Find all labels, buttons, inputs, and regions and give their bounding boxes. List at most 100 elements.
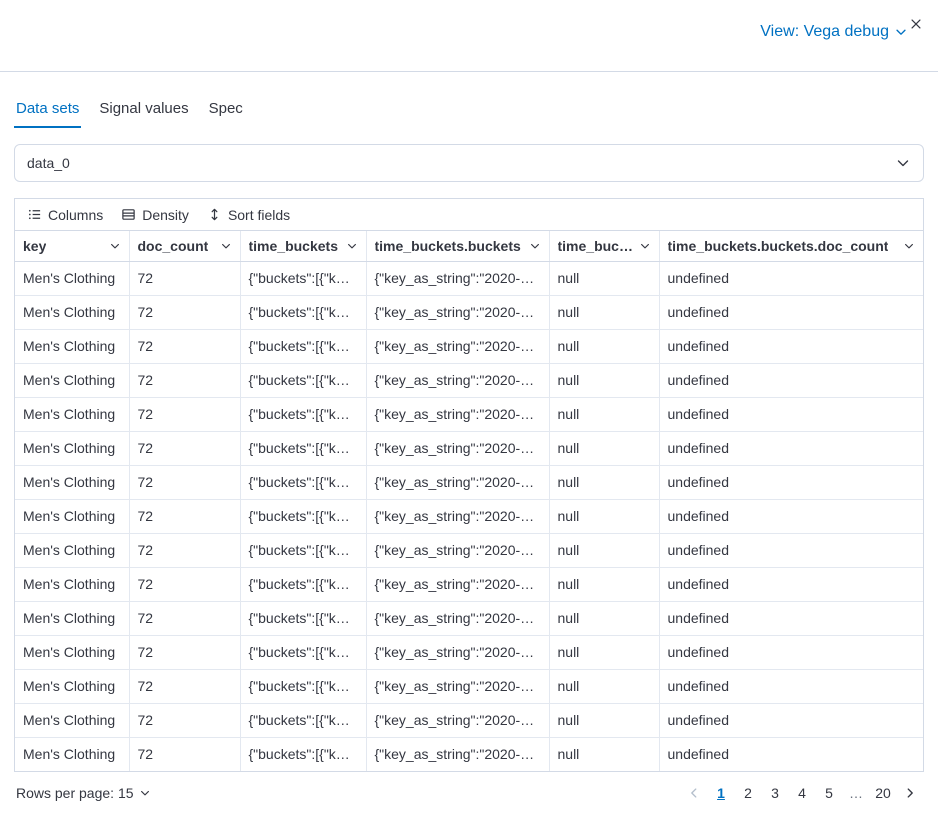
- table-cell[interactable]: 72: [129, 703, 240, 737]
- table-cell[interactable]: undefined: [659, 703, 923, 737]
- table-cell[interactable]: {"key_as_string":"2020-…: [366, 669, 549, 703]
- table-cell[interactable]: {"key_as_string":"2020-…: [366, 499, 549, 533]
- tab-signal-values[interactable]: Signal values: [97, 100, 190, 128]
- table-cell[interactable]: {"key_as_string":"2020-…: [366, 533, 549, 567]
- table-cell[interactable]: {"key_as_string":"2020-…: [366, 567, 549, 601]
- table-cell[interactable]: {"buckets":[{"k…: [240, 635, 366, 669]
- table-cell[interactable]: Men's Clothing: [15, 431, 129, 465]
- table-cell[interactable]: 72: [129, 567, 240, 601]
- table-cell[interactable]: Men's Clothing: [15, 737, 129, 771]
- chevron-down-icon[interactable]: [903, 240, 915, 252]
- table-cell[interactable]: {"buckets":[{"k…: [240, 737, 366, 771]
- table-cell[interactable]: 72: [129, 737, 240, 771]
- table-cell[interactable]: Men's Clothing: [15, 363, 129, 397]
- table-cell[interactable]: {"buckets":[{"k…: [240, 669, 366, 703]
- chevron-down-icon[interactable]: [220, 240, 232, 252]
- table-cell[interactable]: undefined: [659, 431, 923, 465]
- column-header-time-buckets-truncated[interactable]: time_buck…: [549, 231, 659, 261]
- page-button-4[interactable]: 4: [790, 781, 814, 805]
- view-selector[interactable]: View: Vega debug: [760, 23, 908, 41]
- column-header-key[interactable]: key: [15, 231, 129, 261]
- table-cell[interactable]: 72: [129, 499, 240, 533]
- table-cell[interactable]: {"key_as_string":"2020-…: [366, 431, 549, 465]
- table-cell[interactable]: {"key_as_string":"2020-…: [366, 635, 549, 669]
- tab-spec[interactable]: Spec: [207, 100, 245, 128]
- table-cell[interactable]: undefined: [659, 329, 923, 363]
- density-button[interactable]: Density: [121, 207, 189, 223]
- table-cell[interactable]: {"buckets":[{"k…: [240, 465, 366, 499]
- table-cell[interactable]: null: [549, 533, 659, 567]
- table-cell[interactable]: null: [549, 363, 659, 397]
- page-button-2[interactable]: 2: [736, 781, 760, 805]
- table-cell[interactable]: undefined: [659, 737, 923, 771]
- table-cell[interactable]: 72: [129, 397, 240, 431]
- table-cell[interactable]: {"buckets":[{"k…: [240, 431, 366, 465]
- chevron-down-icon[interactable]: [346, 240, 358, 252]
- page-button-3[interactable]: 3: [763, 781, 787, 805]
- table-cell[interactable]: undefined: [659, 567, 923, 601]
- table-cell[interactable]: {"key_as_string":"2020-…: [366, 397, 549, 431]
- chevron-down-icon[interactable]: [639, 240, 651, 252]
- table-cell[interactable]: undefined: [659, 465, 923, 499]
- page-button-5[interactable]: 5: [817, 781, 841, 805]
- table-cell[interactable]: {"key_as_string":"2020-…: [366, 363, 549, 397]
- table-cell[interactable]: Men's Clothing: [15, 397, 129, 431]
- table-cell[interactable]: null: [549, 295, 659, 329]
- table-cell[interactable]: null: [549, 465, 659, 499]
- table-cell[interactable]: 72: [129, 601, 240, 635]
- table-cell[interactable]: {"buckets":[{"k…: [240, 329, 366, 363]
- table-cell[interactable]: {"buckets":[{"k…: [240, 601, 366, 635]
- table-cell[interactable]: 72: [129, 533, 240, 567]
- table-cell[interactable]: Men's Clothing: [15, 567, 129, 601]
- table-cell[interactable]: Men's Clothing: [15, 295, 129, 329]
- table-cell[interactable]: 72: [129, 295, 240, 329]
- table-cell[interactable]: undefined: [659, 295, 923, 329]
- sort-fields-button[interactable]: Sort fields: [207, 207, 290, 223]
- table-cell[interactable]: {"buckets":[{"k…: [240, 533, 366, 567]
- table-cell[interactable]: undefined: [659, 635, 923, 669]
- table-cell[interactable]: {"key_as_string":"2020-…: [366, 465, 549, 499]
- table-cell[interactable]: undefined: [659, 533, 923, 567]
- table-cell[interactable]: null: [549, 431, 659, 465]
- table-cell[interactable]: undefined: [659, 261, 923, 295]
- table-cell[interactable]: Men's Clothing: [15, 329, 129, 363]
- table-cell[interactable]: undefined: [659, 499, 923, 533]
- table-cell[interactable]: null: [549, 261, 659, 295]
- page-button-1[interactable]: 1: [709, 781, 733, 805]
- column-header-doc-count[interactable]: doc_count: [129, 231, 240, 261]
- table-cell[interactable]: null: [549, 567, 659, 601]
- tab-data-sets[interactable]: Data sets: [14, 100, 81, 128]
- table-cell[interactable]: Men's Clothing: [15, 533, 129, 567]
- table-cell[interactable]: Men's Clothing: [15, 465, 129, 499]
- table-cell[interactable]: {"key_as_string":"2020-…: [366, 295, 549, 329]
- table-cell[interactable]: {"key_as_string":"2020-…: [366, 601, 549, 635]
- column-header-time-buckets-buckets-doc-count[interactable]: time_buckets.buckets.doc_count: [659, 231, 923, 261]
- table-cell[interactable]: undefined: [659, 397, 923, 431]
- table-cell[interactable]: {"buckets":[{"k…: [240, 397, 366, 431]
- table-cell[interactable]: 72: [129, 329, 240, 363]
- chevron-down-icon[interactable]: [529, 240, 541, 252]
- table-cell[interactable]: null: [549, 635, 659, 669]
- table-cell[interactable]: 72: [129, 465, 240, 499]
- table-cell[interactable]: Men's Clothing: [15, 669, 129, 703]
- table-cell[interactable]: undefined: [659, 669, 923, 703]
- chevron-down-icon[interactable]: [109, 240, 121, 252]
- table-cell[interactable]: 72: [129, 261, 240, 295]
- table-cell[interactable]: 72: [129, 669, 240, 703]
- table-cell[interactable]: Men's Clothing: [15, 499, 129, 533]
- columns-button[interactable]: Columns: [27, 207, 103, 223]
- rows-per-page-button[interactable]: Rows per page: 15: [16, 785, 151, 801]
- page-button-20[interactable]: 20: [871, 781, 895, 805]
- table-cell[interactable]: {"buckets":[{"k…: [240, 567, 366, 601]
- table-cell[interactable]: Men's Clothing: [15, 635, 129, 669]
- next-page-icon[interactable]: [898, 781, 922, 805]
- table-cell[interactable]: Men's Clothing: [15, 601, 129, 635]
- close-icon[interactable]: [904, 12, 928, 36]
- table-cell[interactable]: {"buckets":[{"k…: [240, 295, 366, 329]
- table-cell[interactable]: Men's Clothing: [15, 261, 129, 295]
- table-cell[interactable]: {"key_as_string":"2020-…: [366, 703, 549, 737]
- column-header-time-buckets[interactable]: time_buckets: [240, 231, 366, 261]
- table-cell[interactable]: {"key_as_string":"2020-…: [366, 737, 549, 771]
- table-cell[interactable]: null: [549, 397, 659, 431]
- table-cell[interactable]: undefined: [659, 601, 923, 635]
